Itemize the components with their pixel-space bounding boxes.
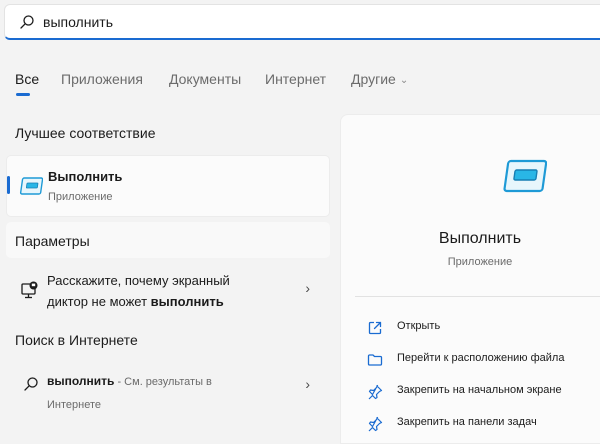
web-search-query: выполнить — [47, 374, 115, 388]
search-icon — [24, 377, 38, 391]
tab-apps-label: Приложения — [61, 71, 143, 87]
action-pin-start-label: Закрепить на начальном экране — [397, 384, 562, 396]
settings-heading: Параметры — [15, 233, 90, 249]
tab-all[interactable]: Все — [15, 71, 40, 96]
folder-icon — [367, 354, 383, 366]
run-app-icon — [19, 177, 43, 195]
detail-pane: Выполнить Приложение Открыть Перейти к р… — [340, 114, 600, 444]
tab-web-label: Интернет — [265, 71, 327, 87]
web-search-heading: Поиск в Интернете — [15, 332, 138, 348]
tab-documents[interactable]: Документы — [169, 71, 241, 87]
filter-tabs: Все Приложения Документы Интернет Другие… — [0, 71, 600, 101]
settings-result-text: Расскажите, почему экранный диктор не мо… — [47, 270, 230, 312]
search-icon — [20, 15, 34, 29]
search-input[interactable] — [43, 11, 443, 33]
action-pin-taskbar-label: Закрепить на панели задач — [397, 416, 537, 428]
tab-documents-label: Документы — [169, 71, 242, 87]
selection-indicator — [7, 176, 10, 194]
tab-apps[interactable]: Приложения — [61, 71, 143, 87]
settings-result-line1: Расскажите, почему экранный — [47, 273, 230, 288]
narrator-feedback-icon — [21, 281, 38, 299]
active-tab-indicator — [16, 93, 30, 96]
action-open[interactable]: Открыть — [367, 317, 600, 339]
best-match-heading: Лучшее соответствие — [15, 125, 156, 141]
action-pin-start[interactable]: Закрепить на начальном экране — [367, 381, 600, 403]
tab-web[interactable]: Интернет — [265, 71, 326, 87]
best-match-subtitle: Приложение — [48, 191, 113, 203]
search-bar[interactable] — [4, 4, 600, 40]
action-open-file-location-label: Перейти к расположению файла — [397, 352, 565, 364]
best-match-result[interactable]: Выполнить Приложение — [6, 155, 330, 217]
tab-more[interactable]: Другие ⌄ — [351, 71, 408, 87]
action-open-label: Открыть — [397, 320, 441, 332]
tab-more-label: Другие — [351, 71, 396, 87]
settings-heading-bar: Параметры — [6, 222, 330, 258]
tab-all-label: Все — [15, 71, 40, 87]
web-search-line2: Интернете — [47, 399, 101, 411]
pin-icon — [368, 384, 383, 400]
web-search-result-text: выполнить - См. результаты в Интернете — [47, 370, 212, 416]
run-app-icon-large — [503, 159, 547, 193]
settings-result-match: выполнить — [150, 294, 224, 309]
pin-icon — [368, 416, 383, 432]
detail-subtitle: Приложение — [447, 256, 513, 268]
chevron-right-icon: › — [305, 376, 310, 392]
chevron-down-icon: ⌄ — [399, 75, 409, 86]
action-open-file-location[interactable]: Перейти к расположению файла — [367, 349, 600, 371]
settings-result-item[interactable]: Расскажите, почему экранный диктор не мо… — [6, 268, 330, 316]
open-icon — [368, 321, 382, 335]
detail-title: Выполнить — [438, 230, 522, 247]
best-match-title: Выполнить — [48, 169, 123, 184]
detail-divider — [355, 296, 600, 297]
web-search-suffix: - См. результаты в — [114, 376, 212, 388]
chevron-right-icon: › — [305, 280, 310, 296]
web-search-result-item[interactable]: выполнить - См. результаты в Интернете › — [6, 368, 330, 414]
settings-result-line2: диктор не может — [47, 294, 151, 309]
